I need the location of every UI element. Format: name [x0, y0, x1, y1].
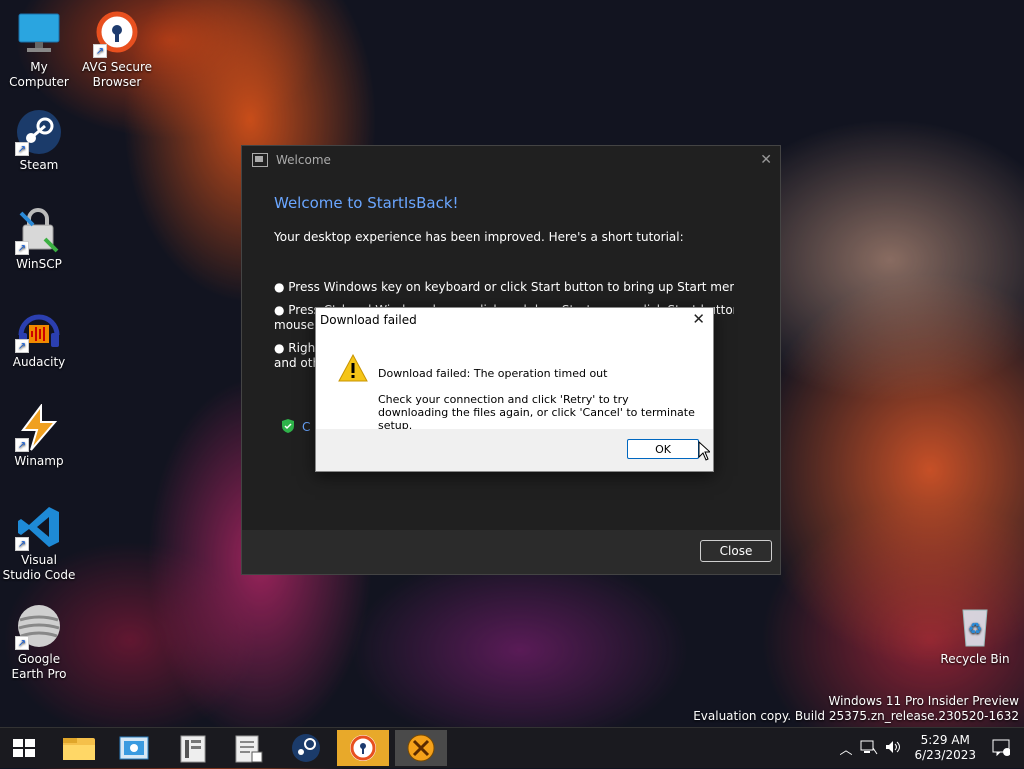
desktop-icon-label: Audacity: [12, 355, 66, 369]
desktop-icon-avg-browser[interactable]: ↗ AVG Secure Browser: [79, 10, 155, 90]
desktop-icon-label: Visual Studio Code: [2, 553, 76, 582]
tutorial-bullet: ● Press Windows key on keyboard or click…: [274, 280, 734, 294]
os-watermark: Windows 11 Pro Insider Preview Evaluatio…: [693, 694, 1019, 724]
desktop-icon-label: WinSCP: [16, 257, 62, 271]
desktop-icon-my-computer[interactable]: My Computer: [1, 10, 77, 90]
desktop-icon-google-earth-pro[interactable]: ↗ Google Earth Pro: [1, 602, 77, 682]
shortcut-arrow-icon: ↗: [15, 339, 29, 353]
welcome-footer: Close: [242, 530, 780, 574]
shortcut-arrow-icon: ↗: [15, 142, 29, 156]
close-icon[interactable]: ✕: [760, 152, 772, 168]
volume-icon[interactable]: [884, 739, 902, 758]
svg-text:♻: ♻: [968, 619, 982, 638]
avg-browser-taskbar-icon[interactable]: [337, 730, 389, 766]
shield-check-icon: [282, 419, 294, 433]
setup-link[interactable]: C: [302, 420, 310, 434]
welcome-title: Welcome: [276, 153, 331, 167]
dialog-footer: OK: [316, 429, 713, 471]
shortcut-arrow-icon: ↗: [93, 44, 107, 58]
clock-time: 5:29 AM: [920, 733, 970, 747]
download-failed-dialog: Download failed ✕ Download failed: The o…: [315, 307, 714, 472]
desktop-icon-label: Recycle Bin: [940, 652, 1010, 666]
desktop-icon-label: AVG Secure Browser: [81, 60, 153, 89]
desktop-icon-recycle-bin[interactable]: ♻ Recycle Bin: [937, 602, 1013, 667]
steam-taskbar-icon[interactable]: [280, 730, 332, 766]
desktop-icon-label: My Computer: [9, 60, 69, 89]
google-earth-icon: ↗: [15, 602, 63, 650]
shortcut-arrow-icon: ↗: [15, 537, 29, 551]
app-icon: [252, 153, 268, 167]
mouse-cursor-icon: [698, 440, 712, 461]
winamp-icon: ↗: [15, 403, 63, 452]
recycle-bin-icon: ♻: [951, 602, 999, 650]
welcome-intro: Your desktop experience has been improve…: [274, 230, 684, 244]
steam-icon: ↗: [15, 108, 63, 156]
control-panel-icon[interactable]: [108, 730, 160, 766]
monitor-icon: [15, 10, 63, 58]
file-explorer-icon[interactable]: [53, 730, 105, 766]
taskbar: ︿ 5:29 AM 6/23/2023: [0, 727, 1024, 768]
clock-date: 6/23/2023: [914, 748, 976, 762]
shortcut-arrow-icon: ↗: [15, 438, 29, 452]
system-tray: ︿ 5:29 AM 6/23/2023: [839, 728, 1024, 768]
shortcut-arrow-icon: ↗: [15, 241, 29, 255]
dialog-body: Download failed: The operation timed out…: [316, 332, 713, 432]
close-icon[interactable]: ✕: [692, 310, 705, 328]
shortcut-arrow-icon: ↗: [15, 636, 29, 650]
desktop-icon-label: Steam: [19, 158, 59, 172]
desktop-icon-label: Winamp: [14, 454, 64, 468]
welcome-heading: Welcome to StartIsBack!: [274, 194, 459, 212]
setup-taskbar-icon[interactable]: [395, 730, 447, 766]
desktop-icon-winscp[interactable]: ↗ WinSCP: [1, 207, 77, 272]
dialog-message: Download failed: The operation timed out: [378, 367, 608, 380]
clock[interactable]: 5:29 AM 6/23/2023: [914, 733, 976, 763]
desktop-icon-winamp[interactable]: ↗ Winamp: [1, 403, 77, 469]
dialog-detail: Check your connection and click 'Retry' …: [378, 393, 695, 432]
ok-button[interactable]: OK: [627, 439, 699, 459]
chevron-up-icon[interactable]: ︿: [839, 739, 852, 758]
audacity-icon: ↗: [15, 305, 63, 353]
avg-browser-icon: ↗: [93, 10, 141, 58]
desktop-icon-vscode[interactable]: ↗ Visual Studio Code: [1, 503, 77, 583]
document-icon[interactable]: [222, 730, 274, 766]
start-button[interactable]: [0, 730, 48, 766]
network-icon[interactable]: [860, 739, 878, 758]
watermark-edition: Windows 11 Pro Insider Preview: [828, 694, 1019, 708]
desktop-icon-steam[interactable]: ↗ Steam: [1, 108, 77, 173]
winscp-icon: ↗: [15, 207, 63, 255]
welcome-title-bar: Welcome: [242, 146, 780, 174]
server-manager-icon[interactable]: [167, 730, 219, 766]
dialog-title: Download failed: [320, 313, 417, 327]
notification-icon[interactable]: [992, 738, 1011, 759]
watermark-build: Evaluation copy. Build 25375.zn_release.…: [693, 709, 1019, 723]
desktop-icon-audacity[interactable]: ↗ Audacity: [1, 305, 77, 370]
close-button[interactable]: Close: [700, 540, 772, 562]
vscode-icon: ↗: [15, 503, 63, 551]
desktop-icon-label: Google Earth Pro: [11, 652, 67, 681]
warning-icon: [338, 353, 368, 382]
